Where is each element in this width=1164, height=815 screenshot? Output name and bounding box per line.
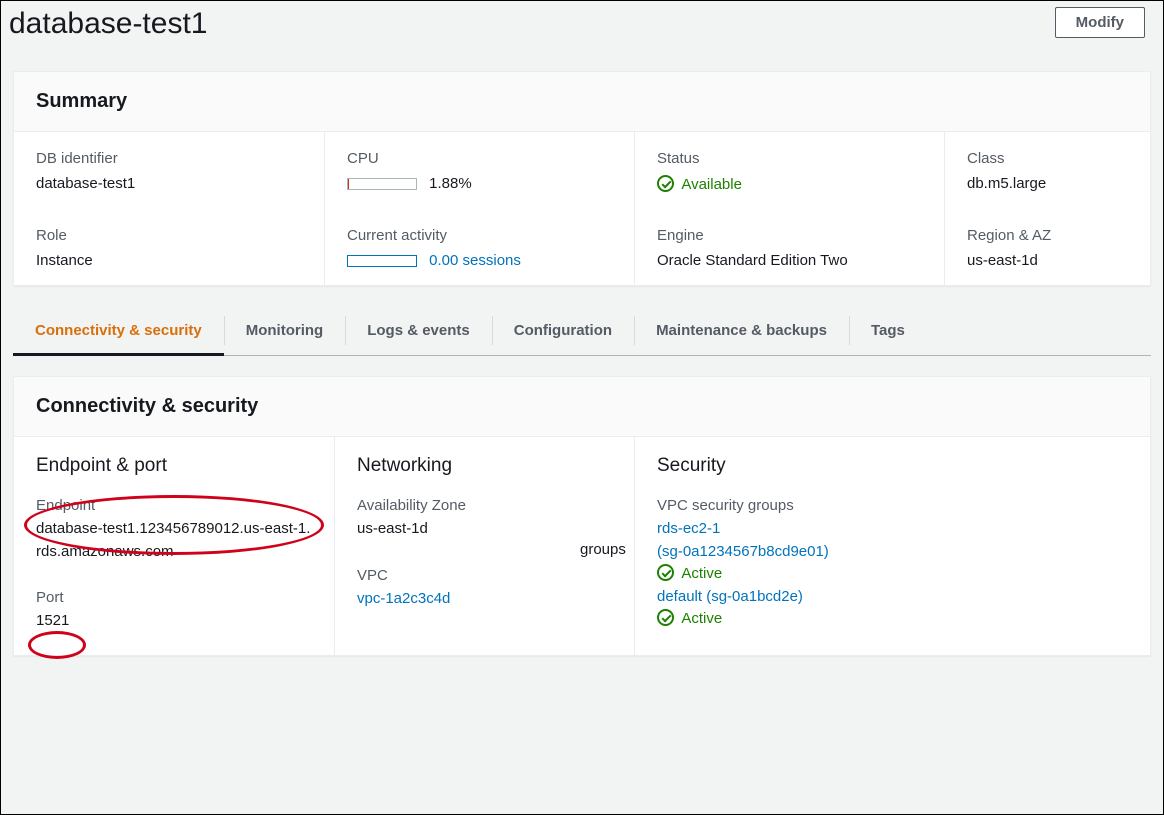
value-activity: 0.00 sessions: [347, 252, 612, 269]
sg1-status: Active: [681, 565, 722, 582]
modify-button[interactable]: Modify: [1055, 7, 1145, 38]
sg2-name-link[interactable]: default (sg-0a1bcd2e): [657, 588, 803, 605]
stray-text-groups: groups: [580, 541, 626, 558]
label-role: Role: [36, 227, 302, 244]
value-class: db.m5.large: [967, 175, 1128, 192]
value-engine: Oracle Standard Edition Two: [657, 252, 922, 269]
label-port: Port: [36, 589, 312, 606]
label-cpu: CPU: [347, 150, 612, 167]
value-az: us-east-1d: [357, 518, 612, 541]
value-port: 1521: [36, 610, 312, 633]
label-engine: Engine: [657, 227, 922, 244]
label-vpc: VPC: [357, 567, 612, 584]
connectivity-panel: Connectivity & security Endpoint & port …: [13, 376, 1151, 656]
summary-panel: Summary DB identifier database-test1 CPU…: [13, 71, 1151, 286]
summary-heading: Summary: [36, 90, 1128, 113]
label-az: Availability Zone: [357, 497, 612, 514]
cpu-bar: [347, 178, 417, 190]
label-db-identifier: DB identifier: [36, 150, 302, 167]
sg1-name-link[interactable]: rds-ec2-1: [657, 520, 720, 537]
tab-bar: Connectivity & security Monitoring Logs …: [13, 306, 1151, 356]
sessions-bar: [347, 255, 417, 267]
cpu-text: 1.88%: [429, 175, 472, 192]
status-text: Available: [681, 176, 742, 193]
page-title: database-test1: [9, 7, 207, 41]
label-activity: Current activity: [347, 227, 612, 244]
label-status: Status: [657, 150, 922, 167]
value-region-az: us-east-1d: [967, 252, 1128, 269]
label-class: Class: [967, 150, 1128, 167]
value-cpu: 1.88%: [347, 175, 612, 192]
sg2-status: Active: [681, 610, 722, 627]
endpoint-port-heading: Endpoint & port: [36, 455, 312, 477]
sg1-id-link[interactable]: (sg-0a1234567b8cd9e01): [657, 543, 829, 560]
label-region-az: Region & AZ: [967, 227, 1128, 244]
check-circle-icon: [657, 609, 674, 626]
annotation-circle-port: [28, 631, 86, 659]
connectivity-heading: Connectivity & security: [36, 395, 1128, 418]
check-circle-icon: [657, 564, 674, 581]
value-db-identifier: database-test1: [36, 175, 302, 192]
tab-monitoring[interactable]: Monitoring: [224, 306, 345, 355]
sessions-link[interactable]: 0.00 sessions: [429, 252, 521, 269]
networking-heading: Networking: [357, 455, 612, 477]
check-circle-icon: [657, 175, 674, 192]
value-endpoint: database-test1.123456789012.us-east-1.rd…: [36, 518, 312, 563]
label-endpoint: Endpoint: [36, 497, 312, 514]
tab-connectivity-security[interactable]: Connectivity & security: [13, 306, 224, 355]
vpc-link[interactable]: vpc-1a2c3c4d: [357, 590, 450, 607]
tab-logs-events[interactable]: Logs & events: [345, 306, 492, 355]
tab-maintenance-backups[interactable]: Maintenance & backups: [634, 306, 849, 355]
tab-tags[interactable]: Tags: [849, 306, 927, 355]
value-status: Available: [657, 175, 922, 193]
value-role: Instance: [36, 252, 302, 269]
tab-configuration[interactable]: Configuration: [492, 306, 634, 355]
security-heading: Security: [657, 455, 1128, 477]
label-sg: VPC security groups: [657, 497, 1128, 514]
